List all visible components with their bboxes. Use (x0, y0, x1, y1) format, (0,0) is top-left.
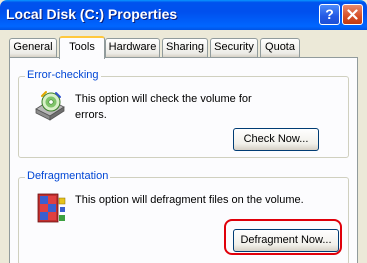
error-checking-desc-line1: This option will check the volume for (75, 93, 252, 105)
help-button[interactable]: ? (319, 4, 340, 25)
tab-hardware[interactable]: Hardware (105, 38, 160, 57)
error-checking-description: This option will check the volume for er… (75, 91, 252, 123)
check-now-button[interactable]: Check Now... (233, 128, 319, 151)
tab-sharing-label: Sharing (166, 41, 204, 53)
highlight-annotation (224, 219, 342, 255)
tab-general[interactable]: General (9, 38, 57, 57)
tab-hardware-label: Hardware (108, 41, 157, 53)
tab-strip: General Tools Hardware Sharing Security … (9, 36, 359, 59)
tab-sharing[interactable]: Sharing (162, 38, 208, 57)
tab-security-label: Security (214, 41, 254, 53)
defragment-icon (37, 193, 66, 223)
tab-quota-label: Quota (265, 41, 295, 53)
defragmentation-description: This option will defragment files on the… (75, 194, 304, 206)
title-bar[interactable]: Local Disk (C:) Properties ? (0, 0, 367, 30)
window-title: Local Disk (C:) Properties (6, 6, 178, 22)
error-checking-group: Error-checking This option will check th… (18, 69, 349, 158)
error-checking-title: Error-checking (25, 69, 101, 81)
help-icon: ? (325, 6, 334, 22)
tab-tools-label: Tools (69, 41, 95, 53)
tab-general-label: General (13, 41, 53, 53)
tab-quota[interactable]: Quota (260, 38, 300, 57)
error-checking-desc-line2: errors. (75, 109, 107, 121)
close-icon (347, 9, 358, 20)
disk-check-icon (35, 91, 65, 121)
check-now-label: Check Now... (243, 133, 309, 145)
close-button[interactable] (342, 4, 363, 25)
tab-security[interactable]: Security (210, 38, 258, 57)
properties-window: Local Disk (C:) Properties ? General Too… (0, 0, 367, 263)
defragmentation-title: Defragmentation (25, 170, 111, 182)
tab-tools[interactable]: Tools (59, 36, 105, 59)
